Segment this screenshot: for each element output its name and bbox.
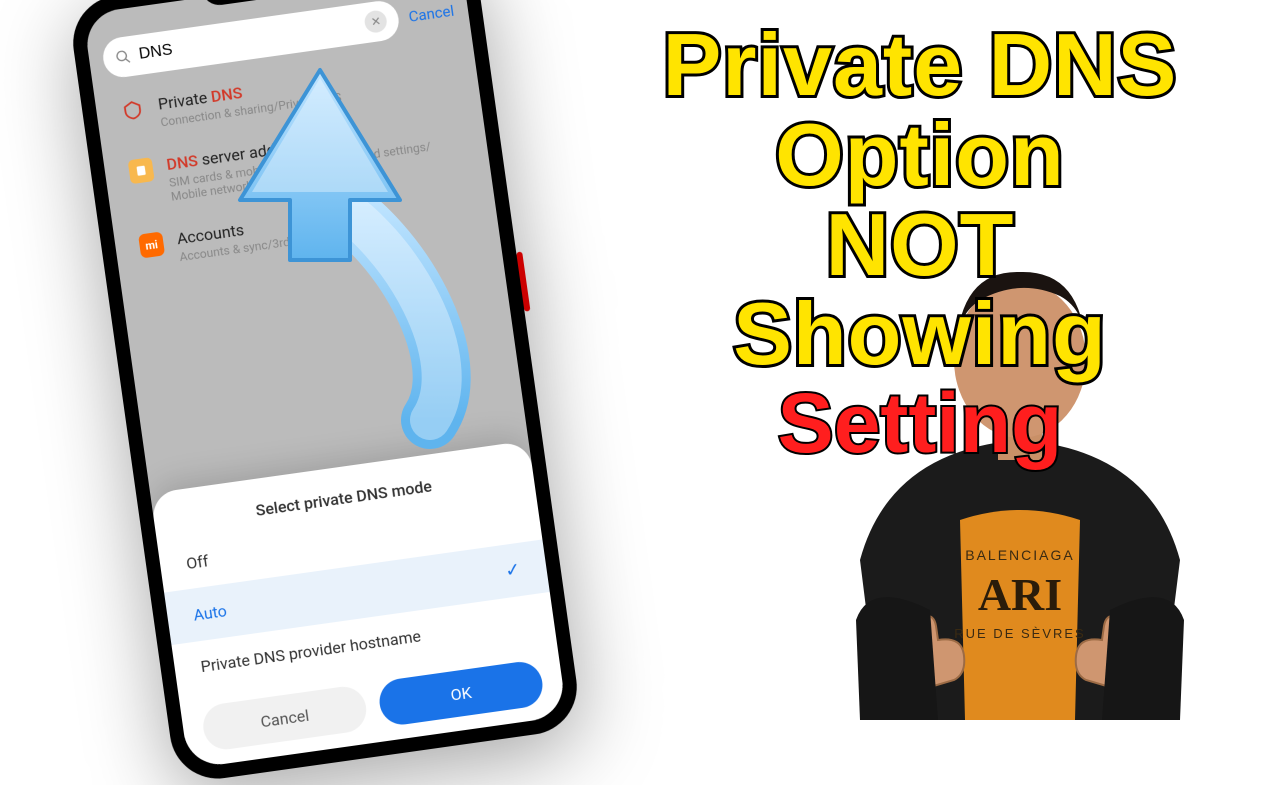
phone-power-button: [516, 251, 530, 311]
thumbnail-headline: Private DNS Option NOT Showing Setting: [600, 20, 1240, 467]
sheet-ok-button[interactable]: OK: [377, 659, 546, 727]
headline-line-4: Showing: [600, 289, 1240, 379]
sim-icon: [128, 157, 155, 184]
mi-icon: mi: [138, 231, 165, 258]
clear-search-button[interactable]: ✕: [364, 9, 389, 34]
phone-mockup: 66 ✕ Cancel Priv: [67, 0, 583, 785]
headline-line-3: NOT: [600, 200, 1240, 290]
svg-text:ARI: ARI: [978, 569, 1062, 620]
check-icon: ✓: [504, 559, 522, 582]
headline-line-2: Option: [600, 110, 1240, 200]
svg-text:RUE DE SÈVRES: RUE DE SÈVRES: [954, 626, 1085, 641]
svg-text:BALENCIAGA: BALENCIAGA: [965, 547, 1074, 563]
search-icon: [114, 48, 132, 66]
phone-body: 66 ✕ Cancel Priv: [67, 0, 583, 785]
sheet-cancel-button[interactable]: Cancel: [200, 684, 369, 752]
headline-line-1: Private DNS: [600, 20, 1240, 110]
headline-line-5: Setting: [600, 379, 1240, 467]
share-icon: [119, 97, 146, 124]
search-cancel[interactable]: Cancel: [407, 2, 455, 26]
phone-screen: 66 ✕ Cancel Priv: [83, 0, 567, 769]
